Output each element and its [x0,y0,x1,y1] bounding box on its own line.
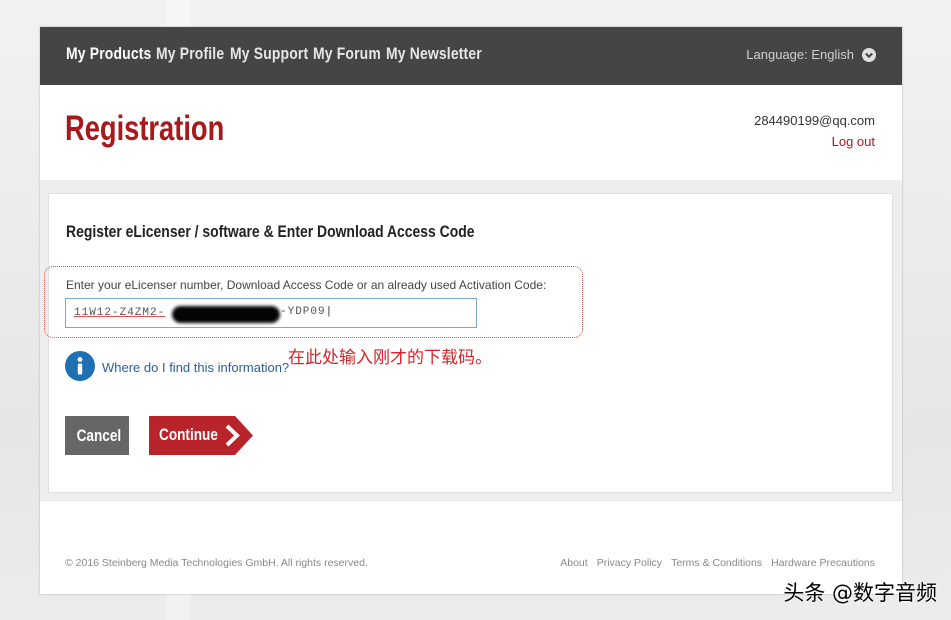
footer-divider [40,500,902,501]
footer-links: About Privacy Policy Terms & Conditions … [560,557,875,569]
where-find-info-link[interactable]: Where do I find this information? [102,360,289,375]
nav-my-profile[interactable]: My Profile [156,44,224,64]
chevron-down-circle-icon [862,47,876,62]
logout-link[interactable]: Log out [832,134,875,149]
code-value-start: 11W12-Z4ZM2- [74,307,166,319]
footer-link-privacy[interactable]: Privacy Policy [597,557,662,569]
code-value-end-wrap: -YDP09| [280,306,334,318]
info-icon [65,351,95,381]
page-title: Registration [65,109,225,148]
page-header: Registration 284490199@qq.com Log out [40,85,902,180]
cancel-button[interactable]: Cancel [65,416,129,455]
card-title: Register eLicenser / software & Enter Do… [66,222,475,241]
code-field-label: Enter your eLicenser number, Download Ac… [66,278,547,292]
footer-link-hardware[interactable]: Hardware Precautions [771,557,875,569]
copyright-text: © 2016 Steinberg Media Technologies GmbH… [65,557,368,569]
footer-link-about[interactable]: About [560,557,587,569]
code-value-end: -YDP09 [280,306,326,318]
nav-my-products[interactable]: My Products [66,44,151,64]
top-navigation: My Products My Profile My Support My For… [40,27,902,85]
annotation-text: 在此处输入刚才的下载码。 [288,348,492,368]
registration-card: Register eLicenser / software & Enter Do… [44,193,893,493]
nav-my-support[interactable]: My Support [230,44,308,64]
nav-my-forum[interactable]: My Forum [313,44,381,64]
user-email: 284490199@qq.com [754,113,875,128]
nav-my-newsletter[interactable]: My Newsletter [386,44,482,64]
footer-link-terms[interactable]: Terms & Conditions [671,557,762,569]
browser-page: My Products My Profile My Support My For… [40,27,902,594]
continue-label: Continue [159,425,218,444]
language-label: Language: English [746,47,854,62]
cancel-label: Cancel [76,425,122,445]
redacted-code-segment [172,306,280,323]
watermark-text: 头条 @数字音频 [783,581,937,605]
continue-button[interactable]: Continue [149,416,253,455]
language-selector[interactable]: Language: English [746,47,876,62]
